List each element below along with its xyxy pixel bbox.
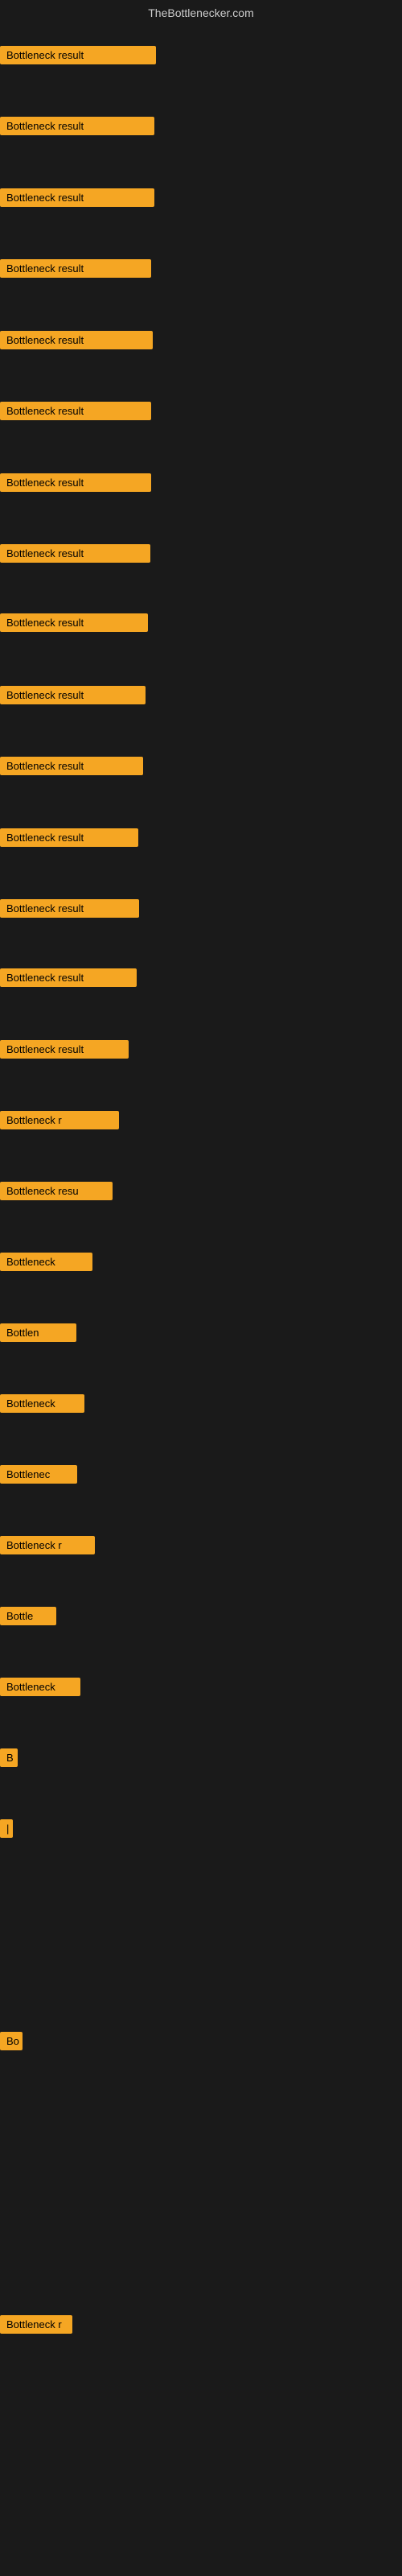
bottleneck-item-17[interactable]: Bottleneck resu: [0, 1182, 113, 1200]
bottleneck-item-19[interactable]: Bottlen: [0, 1323, 76, 1342]
bottleneck-item-26[interactable]: |: [0, 1819, 13, 1838]
bottleneck-item-22[interactable]: Bottleneck r: [0, 1536, 95, 1554]
bottleneck-item-13[interactable]: Bottleneck result: [0, 899, 139, 918]
bottleneck-item-14[interactable]: Bottleneck result: [0, 968, 137, 987]
bottleneck-item-1[interactable]: Bottleneck result: [0, 46, 156, 64]
bottleneck-item-15[interactable]: Bottleneck result: [0, 1040, 129, 1059]
bottleneck-item-20[interactable]: Bottleneck: [0, 1394, 84, 1413]
bottleneck-item-12[interactable]: Bottleneck result: [0, 828, 138, 847]
bottleneck-item-7[interactable]: Bottleneck result: [0, 473, 151, 492]
bottleneck-item-5[interactable]: Bottleneck result: [0, 331, 153, 349]
bottleneck-item-16[interactable]: Bottleneck r: [0, 1111, 119, 1129]
bottleneck-item-9[interactable]: Bottleneck result: [0, 613, 148, 632]
bottleneck-item-2[interactable]: Bottleneck result: [0, 117, 154, 135]
bottleneck-item-24[interactable]: Bottleneck: [0, 1678, 80, 1696]
bottleneck-item-3[interactable]: Bottleneck result: [0, 188, 154, 207]
bottleneck-item-18[interactable]: Bottleneck: [0, 1253, 92, 1271]
bottleneck-item-4[interactable]: Bottleneck result: [0, 259, 151, 278]
bottleneck-item-23[interactable]: Bottle: [0, 1607, 56, 1625]
bottleneck-item-28[interactable]: Bottleneck r: [0, 2315, 72, 2334]
bottleneck-item-11[interactable]: Bottleneck result: [0, 757, 143, 775]
bottleneck-item-21[interactable]: Bottlenec: [0, 1465, 77, 1484]
bottleneck-item-6[interactable]: Bottleneck result: [0, 402, 151, 420]
bottleneck-item-8[interactable]: Bottleneck result: [0, 544, 150, 563]
bottleneck-item-25[interactable]: B: [0, 1748, 18, 1767]
bottleneck-item-27[interactable]: Bo: [0, 2032, 23, 2050]
bottleneck-item-10[interactable]: Bottleneck result: [0, 686, 146, 704]
site-title: TheBottlenecker.com: [148, 6, 254, 19]
